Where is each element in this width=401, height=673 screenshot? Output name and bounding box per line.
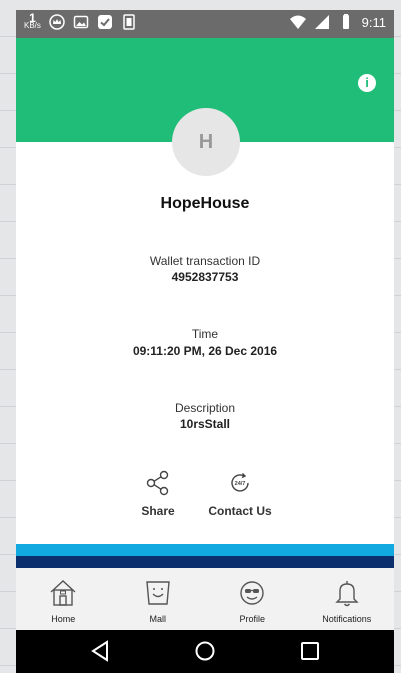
back-icon[interactable] bbox=[90, 640, 110, 662]
nav-mall[interactable]: Mall bbox=[111, 568, 206, 630]
time-value: 09:11:20 PM, 26 Dec 2016 bbox=[132, 344, 278, 358]
nav-notifications[interactable]: Notifications bbox=[300, 568, 395, 630]
nav-profile[interactable]: Profile bbox=[205, 568, 300, 630]
signal-icon bbox=[314, 15, 329, 29]
status-time: 9:11 bbox=[361, 14, 386, 30]
recents-icon[interactable] bbox=[300, 640, 320, 662]
sim-icon bbox=[123, 14, 135, 30]
home-circle-icon[interactable] bbox=[194, 640, 216, 662]
network-speed: 1 KB/s bbox=[24, 12, 41, 30]
system-navigation-bar bbox=[16, 630, 394, 673]
support-247-icon: 24/7 bbox=[231, 473, 249, 492]
wallet-txn-value: 4952837753 bbox=[171, 270, 239, 284]
avatar: H bbox=[172, 108, 240, 176]
image-icon bbox=[73, 15, 89, 29]
share-icon bbox=[146, 470, 169, 496]
wallet-txn-label: Wallet transaction ID bbox=[149, 254, 261, 268]
network-speed-unit: KB/s bbox=[24, 21, 41, 30]
nav-home-label: Home bbox=[51, 614, 76, 624]
mall-bag-icon bbox=[145, 581, 170, 605]
merchant-name: HopeHouse bbox=[160, 195, 250, 212]
decorative-band-light bbox=[16, 544, 394, 556]
description-value: 10rsStall bbox=[179, 417, 231, 431]
nav-notifications-label: Notifications bbox=[322, 614, 372, 624]
share-label: Share bbox=[141, 504, 175, 518]
contact-us-label: Contact Us bbox=[208, 504, 272, 518]
wifi-icon bbox=[289, 15, 306, 29]
share-button[interactable]: Share bbox=[128, 470, 188, 518]
status-bar: 1 KB/s 9:11 bbox=[16, 10, 394, 38]
profile-face-icon bbox=[240, 581, 264, 605]
time-label: Time bbox=[191, 327, 219, 341]
check-icon bbox=[97, 15, 112, 29]
crown-icon bbox=[49, 14, 65, 30]
bottom-nav: Home Mall Profile Notifications bbox=[16, 568, 394, 630]
nav-mall-label: Mall bbox=[149, 614, 166, 624]
support-247-badge: 24/7 bbox=[235, 481, 246, 487]
phone-screen: 1 KB/s 9:11 i H HopeHouse Wallet transac… bbox=[16, 10, 394, 673]
home-icon bbox=[50, 580, 76, 606]
nav-home[interactable]: Home bbox=[16, 568, 111, 630]
decorative-band-dark bbox=[16, 556, 394, 568]
bell-icon bbox=[335, 581, 359, 607]
battery-icon bbox=[342, 14, 349, 29]
info-icon[interactable]: i bbox=[358, 74, 376, 92]
description-label: Description bbox=[174, 401, 236, 415]
contact-us-button[interactable]: 24/7 Contact Us bbox=[204, 470, 276, 518]
nav-profile-label: Profile bbox=[239, 614, 265, 624]
